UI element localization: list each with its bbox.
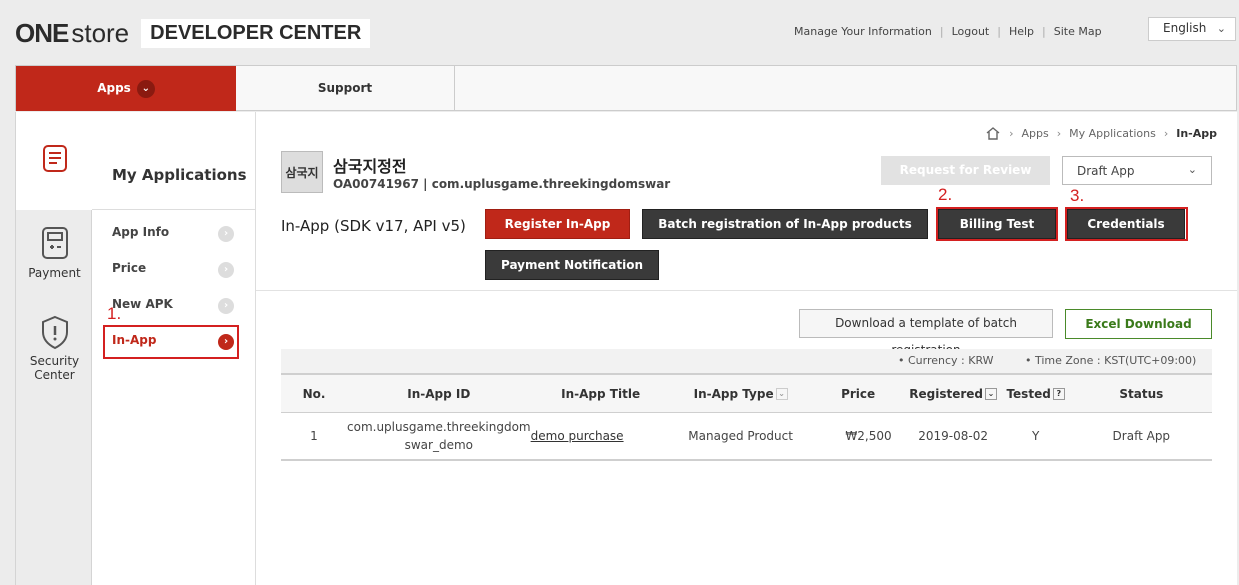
inapp-table: No. In-App ID In-App Title In-App Type ⌄ …: [281, 373, 1212, 461]
col-inapp-id: In-App ID: [347, 373, 531, 413]
logo-developer-center: DEVELOPER CENTER: [141, 18, 371, 48]
chevron-down-icon: ⌄: [1216, 22, 1226, 35]
security-label-line2: Center: [34, 368, 75, 382]
app-status-select[interactable]: Draft App ⌄: [1062, 156, 1212, 185]
security-label-line1: Security: [29, 354, 80, 368]
nav-support-tab[interactable]: Support: [236, 66, 455, 110]
request-review-button[interactable]: Request for Review: [881, 156, 1050, 185]
chevron-right-icon: ›: [1163, 126, 1169, 140]
sort-icon[interactable]: ⌄: [775, 388, 788, 400]
payment-terminal-icon: [41, 227, 68, 259]
nav-apps-tab[interactable]: Apps ⌄: [16, 66, 236, 111]
cell-inapp-title: demo purchase: [530, 412, 671, 461]
cell-no: 1: [281, 412, 347, 461]
sidebar-item-label: App Info: [112, 225, 170, 239]
top-nav: Apps ⌄ Support: [15, 65, 1237, 111]
icon-sidebar-apps[interactable]: [16, 112, 94, 210]
col-inapp-type-label: In-App Type: [693, 386, 774, 401]
inapp-title-link[interactable]: demo purchase: [531, 429, 624, 443]
annotation-step-2: 2.: [938, 185, 953, 204]
table-meta-bar: • Currency : KRW • Time Zone : KST(UTC+0…: [281, 349, 1212, 373]
cell-inapp-type: Managed Product: [670, 412, 811, 461]
app-id: OA00741967 | com.uplusgame.threekingdoms…: [333, 177, 671, 191]
col-registered[interactable]: Registered ⌄: [905, 373, 1001, 413]
col-registered-label: Registered: [909, 386, 983, 401]
icon-sidebar: Payment Security Center: [15, 112, 94, 585]
sidebar-item-label: Price: [112, 261, 147, 275]
home-icon[interactable]: [985, 126, 1001, 140]
manage-info-link[interactable]: Manage Your Information: [786, 25, 940, 38]
top-links: Manage Your Information | Logout | Help | S…: [786, 25, 1110, 38]
nav-apps-label: Apps: [97, 81, 131, 95]
cell-inapp-id-line2: swar_demo: [404, 438, 473, 452]
annotation-highlight-billing-test: [936, 207, 1058, 241]
logo-one-text: ONE: [15, 17, 69, 48]
batch-registration-button[interactable]: Batch registration of In-App products: [642, 209, 928, 239]
main-panel: › Apps › My Applications › In-App 삼국지 삼국…: [256, 112, 1237, 585]
logo-store-text: store: [71, 17, 130, 48]
shield-icon: [41, 315, 68, 350]
section-divider: [256, 290, 1237, 291]
cell-tested: Y: [1000, 412, 1071, 461]
payment-notification-button[interactable]: Payment Notification: [485, 250, 659, 280]
chevron-right-icon: ›: [1009, 126, 1014, 140]
onestore-logo[interactable]: ONE store DEVELOPER CENTER: [15, 17, 371, 49]
site-map-link[interactable]: Site Map: [1046, 25, 1110, 38]
sidebar-item-new-apk[interactable]: New APK ›: [112, 297, 236, 317]
annotation-step-3: 3.: [1070, 186, 1085, 205]
download-template-button[interactable]: Download a template of batch registratio…: [799, 309, 1053, 357]
breadcrumb: › Apps › My Applications › In-App: [985, 126, 1217, 140]
annotation-step-1: 1.: [107, 304, 122, 323]
app-name: 삼국지정전: [333, 157, 407, 176]
register-inapp-button[interactable]: Register In-App: [485, 209, 630, 239]
app-thumbnail: 삼국지: [281, 151, 323, 193]
currency-info: • Currency : KRW: [898, 354, 994, 367]
help-link[interactable]: Help: [1001, 25, 1042, 38]
logout-link[interactable]: Logout: [944, 25, 998, 38]
chevron-right-icon: ›: [218, 226, 234, 242]
sidebar-title: My Applications: [112, 166, 247, 184]
icon-sidebar-payment[interactable]: Payment: [16, 226, 93, 280]
help-icon[interactable]: ?: [1052, 388, 1065, 400]
icon-sidebar-security[interactable]: Security Center: [16, 315, 93, 382]
cell-inapp-id-line1: com.uplusgame.threekingdom: [347, 420, 531, 434]
col-no: No.: [281, 373, 347, 413]
breadcrumb-my-applications[interactable]: My Applications: [1069, 127, 1156, 140]
chevron-right-icon: ›: [218, 262, 234, 278]
language-select[interactable]: English ⌄: [1148, 17, 1236, 41]
cell-status: Draft App: [1070, 412, 1212, 461]
inapp-section-title: In-App (SDK v17, API v5): [281, 217, 466, 235]
col-inapp-type[interactable]: In-App Type ⌄: [670, 373, 811, 413]
apps-document-icon: [43, 145, 67, 172]
cell-registered: 2019-08-02: [905, 412, 1001, 461]
chevron-down-icon: ⌄: [1187, 163, 1197, 176]
nav-support-label: Support: [317, 81, 373, 95]
language-value: English: [1163, 21, 1207, 35]
chevron-right-icon: ›: [1056, 126, 1062, 140]
app-status-value: Draft App: [1077, 164, 1135, 178]
cell-inapp-id: com.uplusgame.threekingdom swar_demo: [347, 412, 531, 461]
annotation-highlight-in-app: [103, 325, 239, 359]
breadcrumb-apps[interactable]: Apps: [1021, 127, 1048, 140]
divider: [92, 209, 256, 210]
table-header-row: No. In-App ID In-App Title In-App Type ⌄ …: [281, 373, 1212, 413]
excel-download-button[interactable]: Excel Download: [1065, 309, 1212, 339]
col-price: Price: [810, 373, 906, 413]
col-status: Status: [1070, 373, 1212, 413]
col-tested: Tested?: [1000, 373, 1071, 413]
cell-price: ₩2,500: [810, 412, 906, 461]
col-inapp-title: In-App Title: [530, 373, 671, 413]
col-tested-label: Tested: [1006, 386, 1051, 401]
sidebar-item-price[interactable]: Price ›: [112, 261, 236, 281]
sort-icon[interactable]: ⌄: [985, 388, 997, 400]
chevron-down-icon: ⌄: [136, 79, 155, 98]
sidebar-item-app-info[interactable]: App Info ›: [112, 225, 236, 245]
payment-label: Payment: [28, 266, 81, 280]
chevron-right-icon: ›: [218, 298, 234, 314]
app-thumbnail-text: 삼국지: [285, 165, 319, 180]
annotation-highlight-credentials: [1065, 207, 1188, 241]
breadcrumb-current: In-App: [1176, 126, 1217, 140]
table-row: 1 com.uplusgame.threekingdom swar_demo d…: [281, 412, 1212, 461]
timezone-info: • Time Zone : KST(UTC+09:00): [1025, 354, 1197, 367]
